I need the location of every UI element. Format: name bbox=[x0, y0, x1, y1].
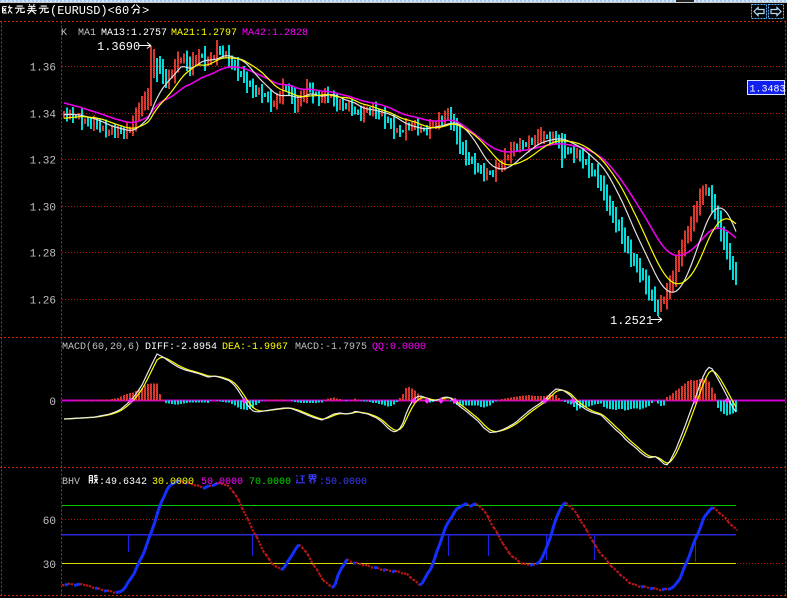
svg-text:1.30: 1.30 bbox=[30, 203, 56, 215]
svg-text:1.28: 1.28 bbox=[30, 249, 56, 261]
svg-text:BHV:49.634230.000050.000070.00: BHV:49.634230.000050.000070.0000:50.0000 bbox=[62, 477, 367, 488]
svg-text:1.32: 1.32 bbox=[30, 156, 56, 168]
svg-text:30: 30 bbox=[43, 560, 56, 572]
svg-text:1.3690: 1.3690 bbox=[97, 40, 140, 54]
svg-text:1.2521: 1.2521 bbox=[610, 314, 653, 328]
svg-text:1.3483: 1.3483 bbox=[750, 85, 786, 96]
svg-text:>: > bbox=[142, 4, 149, 18]
svg-text:(EURUSD)<60: (EURUSD)<60 bbox=[50, 4, 129, 18]
svg-text:0: 0 bbox=[49, 397, 56, 409]
svg-text:60: 60 bbox=[43, 516, 56, 528]
svg-text:1.36: 1.36 bbox=[30, 63, 56, 75]
svg-text:MACD(60,20,6)DIFF:-2.8954DEA:-: MACD(60,20,6)DIFF:-2.8954DEA:-1.9967MACD… bbox=[62, 341, 426, 353]
svg-text:1.34: 1.34 bbox=[30, 110, 57, 122]
svg-text:1.26: 1.26 bbox=[30, 296, 56, 308]
